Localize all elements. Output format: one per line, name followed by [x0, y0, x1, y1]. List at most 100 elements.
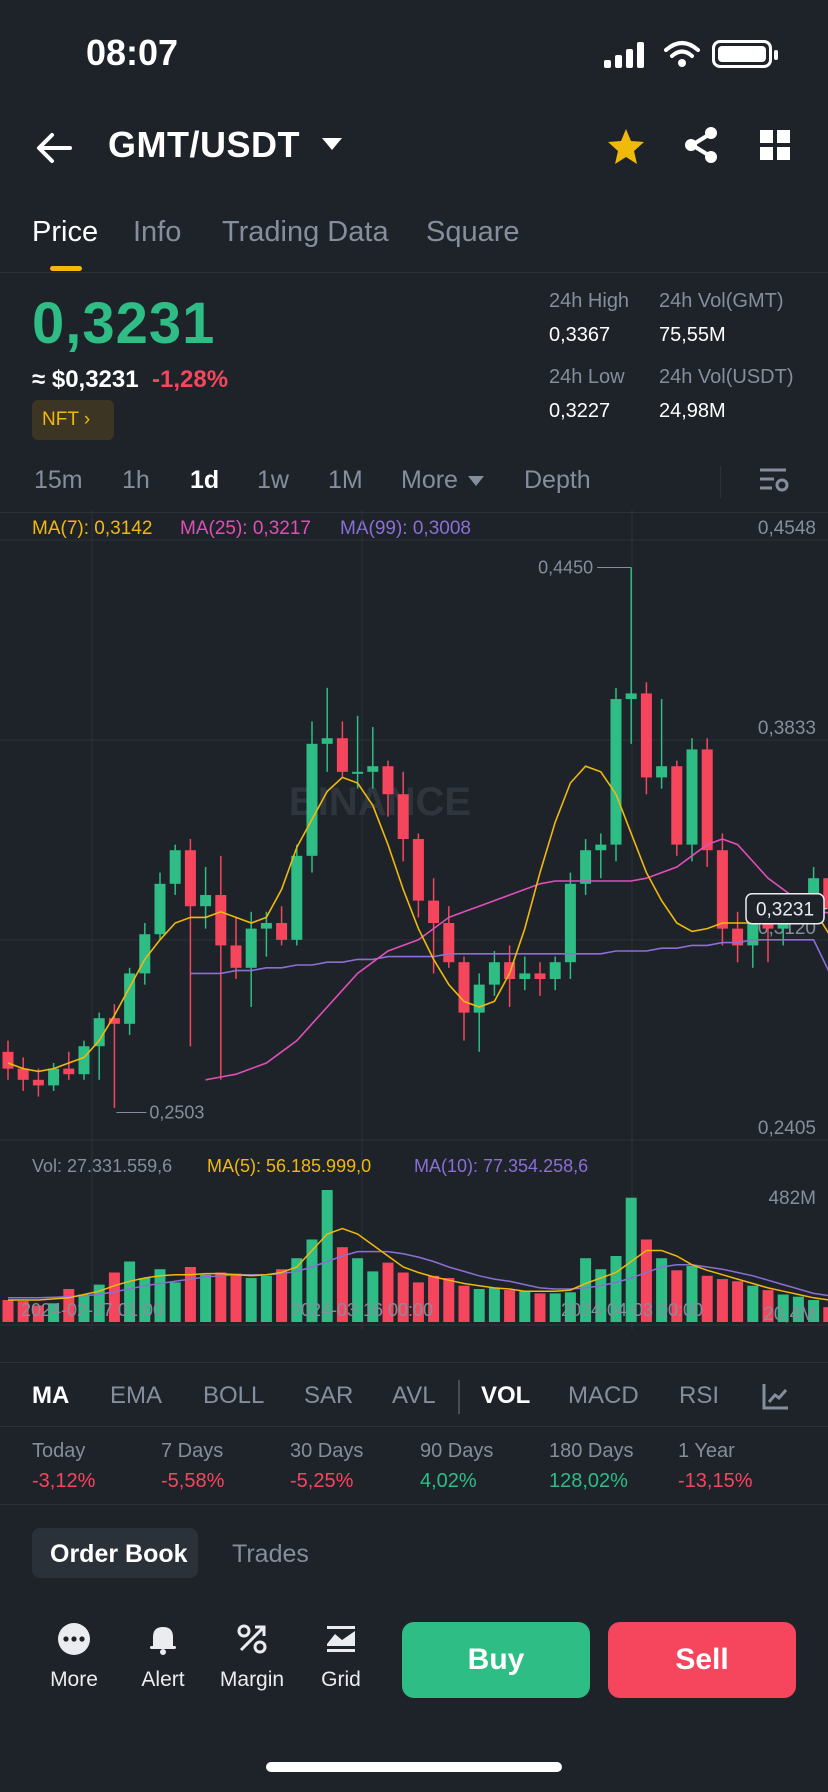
- tab-trading-data[interactable]: Trading Data: [222, 216, 389, 249]
- price-change-percent: -1,28%: [152, 366, 229, 393]
- sell-button[interactable]: Sell: [608, 1622, 796, 1698]
- candle-body: [260, 923, 272, 929]
- candle-body: [595, 844, 607, 851]
- nft-badge[interactable]: NFT ›: [32, 400, 114, 440]
- candle-body: [473, 984, 485, 1013]
- share-icon[interactable]: [682, 126, 720, 164]
- high-label: 24h High: [549, 290, 630, 312]
- indicator-rsi[interactable]: RSI: [679, 1382, 719, 1410]
- cellular-signal-icon: [604, 42, 644, 68]
- volume-bar: [504, 1290, 516, 1322]
- indicator-separator: [458, 1380, 460, 1414]
- chevron-right-icon: ›: [83, 409, 91, 430]
- more-label: More: [50, 1668, 98, 1691]
- interval-1w[interactable]: 1w: [257, 466, 289, 495]
- low-label: 24h Low: [549, 366, 625, 388]
- tab-square[interactable]: Square: [426, 216, 520, 249]
- candle-body: [686, 749, 698, 845]
- indicator-macd[interactable]: MACD: [568, 1382, 639, 1410]
- candle-body: [519, 973, 531, 980]
- candle-body: [200, 895, 212, 907]
- interval-more[interactable]: More: [401, 466, 458, 495]
- candle-body: [534, 973, 546, 980]
- performance-value: -5,25%: [290, 1470, 354, 1492]
- candle-body: [671, 766, 683, 845]
- volume-legend: Vol: 27.331.559,6: [32, 1156, 172, 1176]
- interval-15m[interactable]: 15m: [34, 466, 83, 495]
- status-time: 08:07: [86, 32, 179, 73]
- indicator-settings-icon[interactable]: [760, 1380, 792, 1412]
- performance-label: 30 Days: [290, 1440, 364, 1462]
- candlestick-chart[interactable]: BINANCE0,45480,38330,31200,24050,44500,2…: [0, 510, 828, 1330]
- performance-value: -5,58%: [161, 1470, 225, 1492]
- low-marker-label: 0,2503: [149, 1103, 204, 1123]
- volume-bar: [473, 1289, 485, 1322]
- indicator-vol[interactable]: VOL: [481, 1382, 530, 1410]
- performance-value: 4,02%: [420, 1470, 477, 1492]
- nft-badge-label: NFT: [42, 409, 79, 430]
- candle-body: [382, 766, 394, 795]
- indicator-ema[interactable]: EMA: [110, 1382, 162, 1410]
- status-bar: 08:07: [0, 0, 828, 110]
- tabs-divider: [0, 272, 828, 273]
- candle-body: [367, 766, 379, 772]
- tab-order-book[interactable]: Order Book: [32, 1528, 198, 1578]
- candle-body: [443, 923, 455, 963]
- favorite-star-icon[interactable]: [606, 126, 646, 166]
- more-action[interactable]: More: [29, 1622, 119, 1692]
- pair-title[interactable]: GMT/USDT: [108, 124, 300, 166]
- interval-1d[interactable]: 1d: [190, 466, 219, 495]
- candle-body: [428, 900, 440, 924]
- candle-body: [336, 738, 348, 772]
- more-caret-icon[interactable]: [468, 476, 484, 486]
- candle-body: [276, 923, 288, 940]
- margin-percent-icon: [237, 1624, 267, 1654]
- volume-bar: [245, 1278, 257, 1322]
- candle-body: [154, 883, 166, 935]
- candle-body: [488, 962, 500, 985]
- grid-layout-icon[interactable]: [760, 130, 790, 160]
- indicator-sar[interactable]: SAR: [304, 1382, 353, 1410]
- volume-bar: [2, 1300, 14, 1322]
- volume-bar: [443, 1278, 455, 1322]
- interval-1h[interactable]: 1h: [122, 466, 150, 495]
- performance-label: 7 Days: [161, 1440, 224, 1462]
- candle-body: [549, 962, 561, 980]
- candle-body: [701, 749, 713, 851]
- pair-dropdown-caret-icon[interactable]: [322, 138, 342, 150]
- candle-body: [610, 699, 622, 845]
- candle-body: [306, 743, 318, 856]
- date-axis-label: 2024-04-03 00:00: [561, 1300, 703, 1320]
- candle-body: [640, 693, 652, 778]
- margin-action[interactable]: Margin: [207, 1622, 297, 1692]
- grid-trading-icon: [327, 1626, 355, 1652]
- tab-trades[interactable]: Trades: [232, 1540, 309, 1569]
- volume-axis-label: 20,4M: [763, 1304, 816, 1325]
- back-arrow-icon[interactable]: [32, 126, 76, 170]
- tab-info[interactable]: Info: [133, 216, 181, 249]
- bell-icon: [150, 1627, 176, 1655]
- interval-1M[interactable]: 1M: [328, 466, 363, 495]
- alert-action[interactable]: Alert: [118, 1622, 208, 1692]
- volume-ma10-legend: MA(10): 77.354.258,6: [414, 1156, 588, 1176]
- battery-tip: [774, 50, 778, 60]
- interval-depth[interactable]: Depth: [524, 466, 591, 495]
- tab-price[interactable]: Price: [32, 216, 98, 249]
- candle-body: [169, 850, 181, 884]
- indicator-avl[interactable]: AVL: [392, 1382, 436, 1410]
- indicator-boll[interactable]: BOLL: [203, 1382, 264, 1410]
- candle-body: [352, 771, 364, 774]
- candle-body: [245, 928, 257, 968]
- volume-bar: [519, 1291, 531, 1322]
- volume-bar: [260, 1275, 272, 1322]
- high-value: 0,3367: [549, 324, 611, 346]
- chart-settings-icon[interactable]: [758, 464, 790, 496]
- candle-body: [747, 923, 759, 946]
- grid-action[interactable]: Grid: [296, 1622, 386, 1692]
- performance-label: 1 Year: [678, 1440, 735, 1462]
- candle-body: [580, 850, 592, 884]
- performance-label: Today: [32, 1440, 86, 1462]
- buy-button[interactable]: Buy: [402, 1622, 590, 1698]
- vol-usdt-label: 24h Vol(USDT): [659, 366, 794, 388]
- indicator-ma[interactable]: MA: [32, 1382, 69, 1410]
